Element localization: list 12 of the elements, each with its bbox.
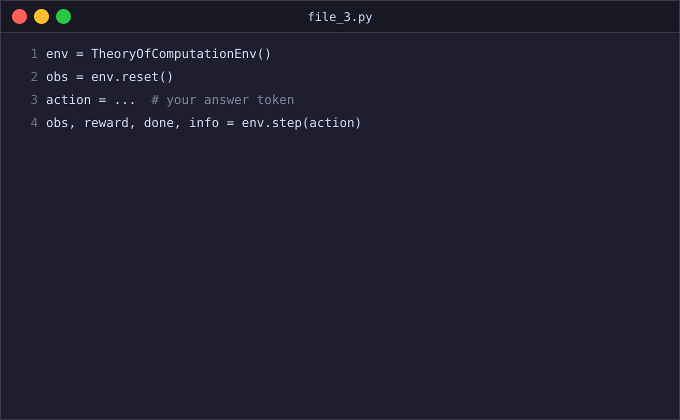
line-number: 3 <box>29 92 39 107</box>
code-line: action = ... # your answer token <box>46 92 294 107</box>
minimize-icon[interactable] <box>34 9 49 24</box>
line-number: 2 <box>29 69 39 84</box>
maximize-icon[interactable] <box>56 9 71 24</box>
code-line: obs = env.reset() <box>46 69 174 84</box>
close-icon[interactable] <box>12 9 27 24</box>
window-title: file_3.py <box>307 10 373 24</box>
code-line: obs, reward, done, info = env.step(action) <box>46 115 362 130</box>
line-number: 4 <box>29 115 39 130</box>
code-line: env = TheoryOfComputationEnv() <box>46 46 272 61</box>
line-number: 1 <box>29 46 39 61</box>
